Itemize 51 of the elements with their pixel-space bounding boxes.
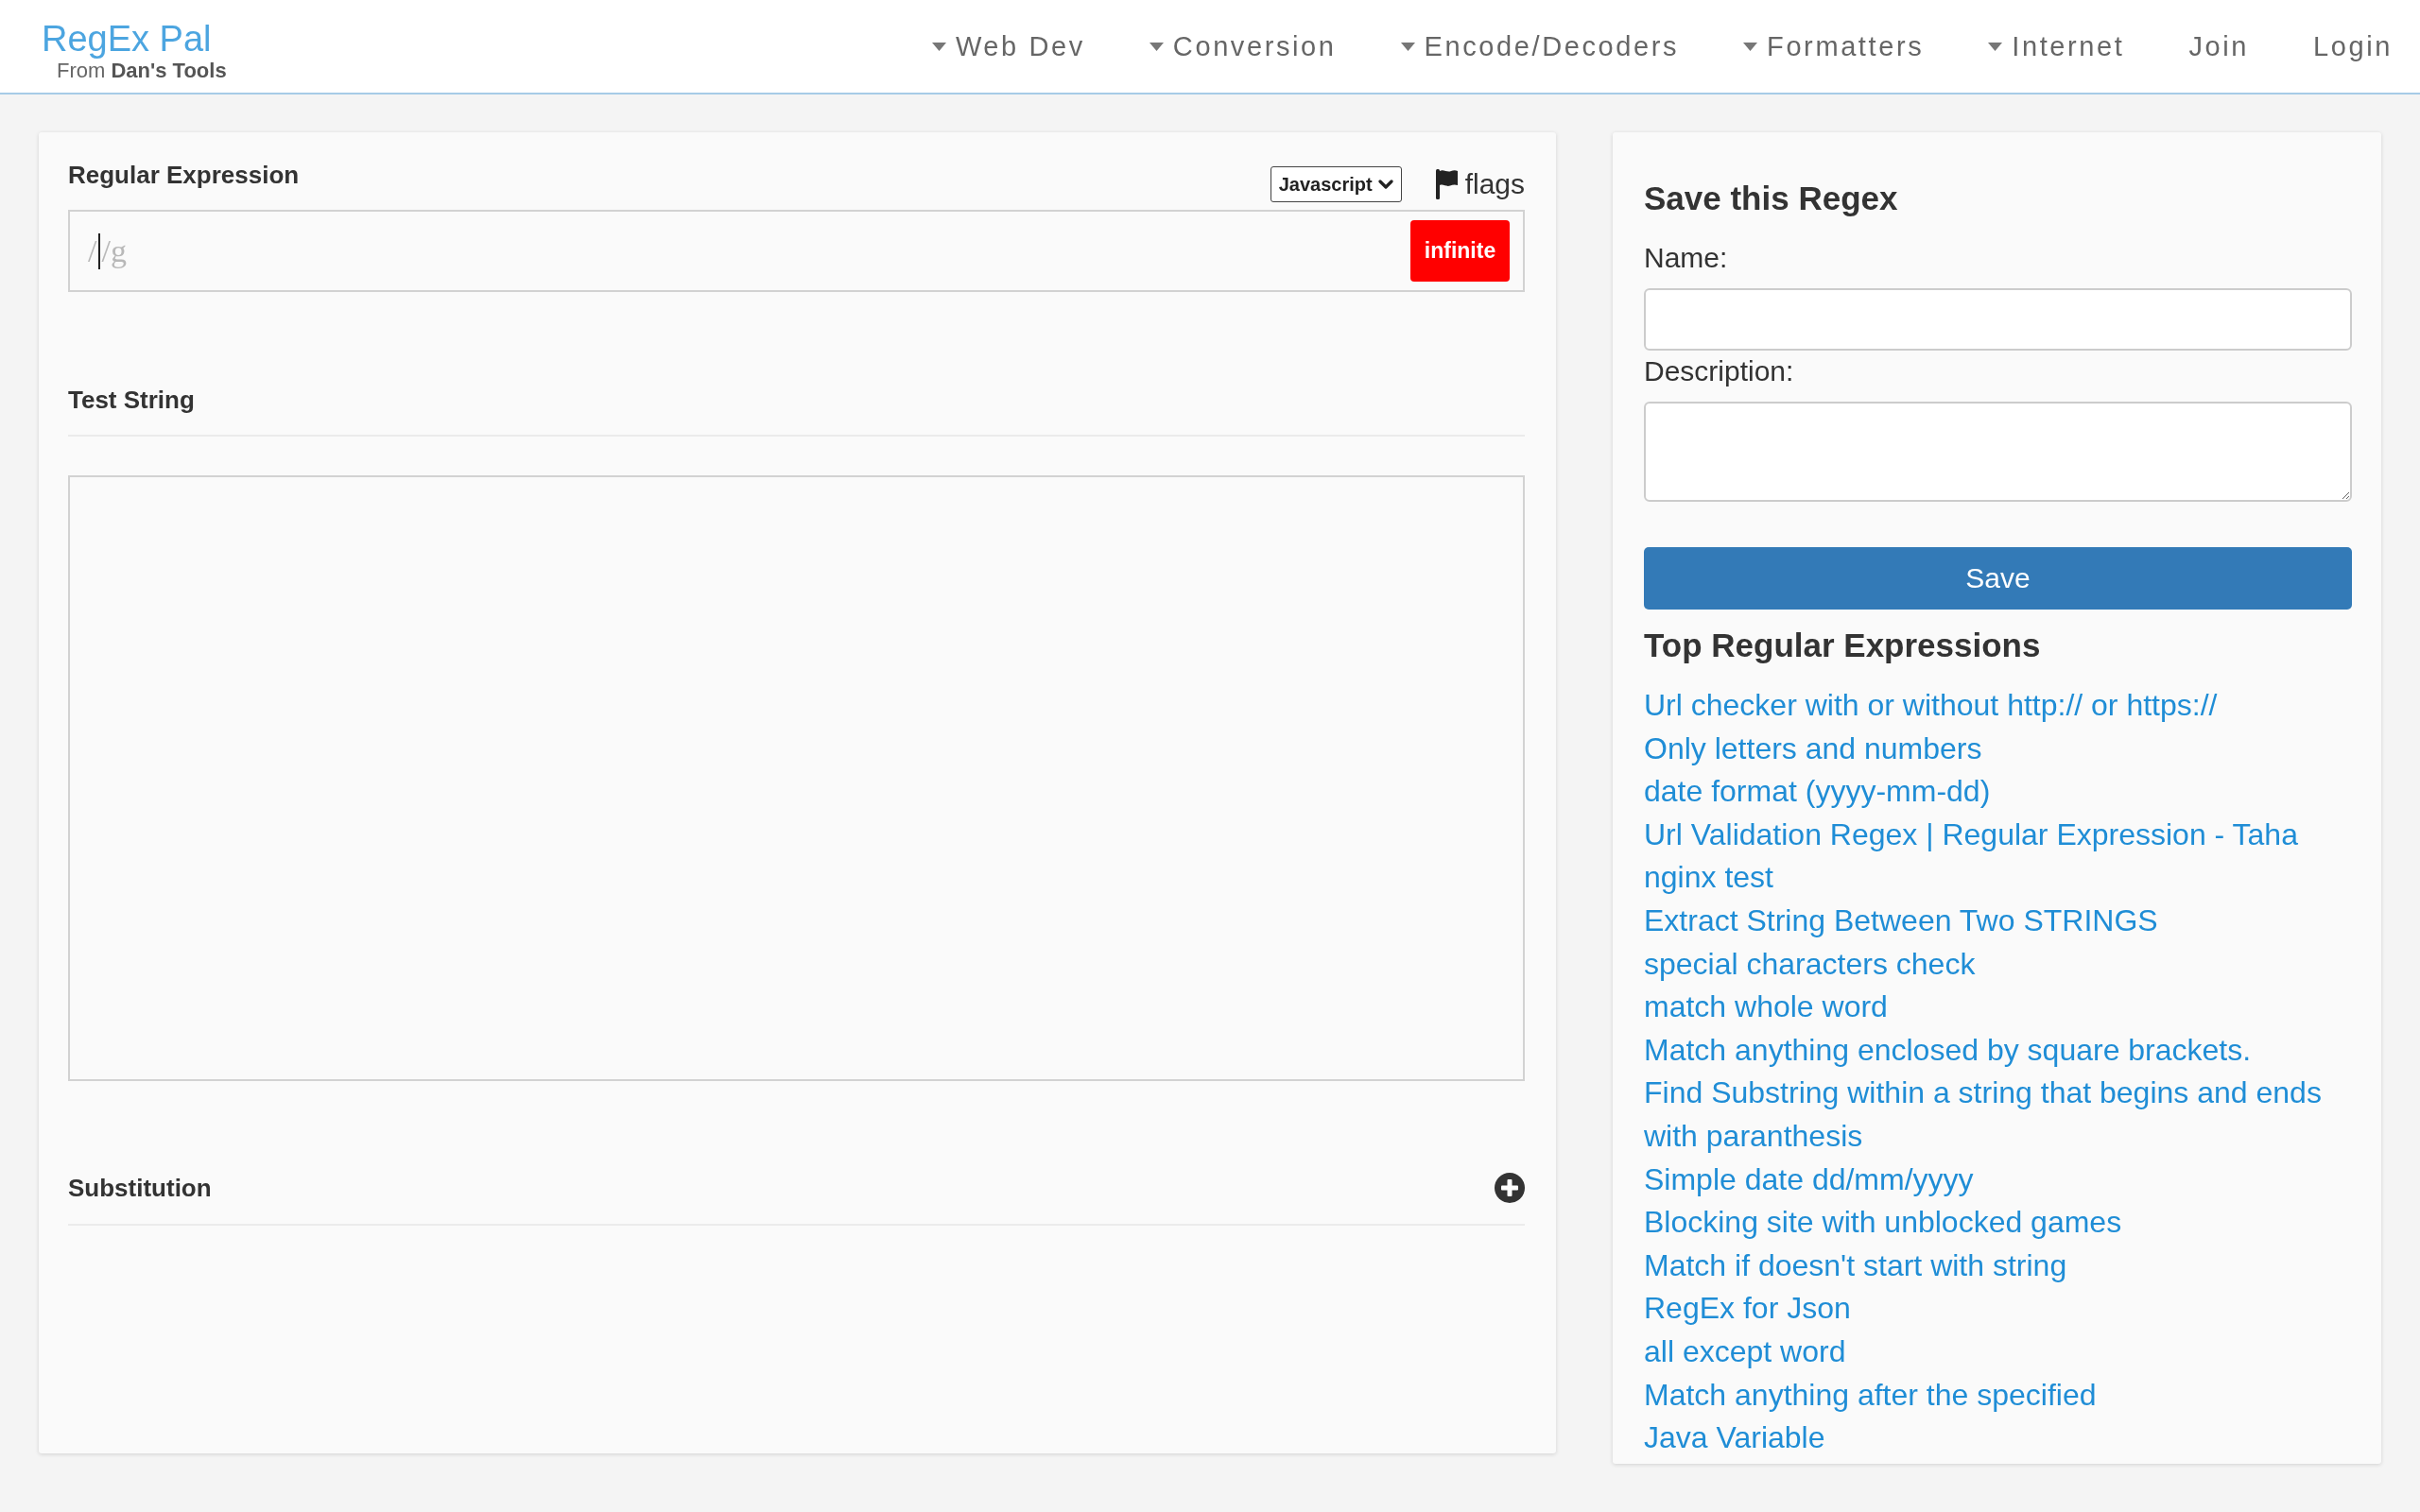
nav-dropdown[interactable]: Conversion (1149, 30, 1337, 62)
status-button[interactable]: infinite (1410, 220, 1510, 282)
section-title: Test String (68, 386, 195, 414)
nav-dropdown[interactable]: Web Dev (931, 30, 1085, 62)
regex-link[interactable]: Find Substring within a string that begins and ends with paranthesis (1644, 1072, 2352, 1159)
regex-link[interactable]: Simple date dd/mm/yyyy (1644, 1158, 1974, 1202)
nav-dropdown[interactable]: Internet (1988, 30, 2125, 62)
regex-link[interactable]: match whole word (1644, 986, 1888, 1029)
description-field[interactable] (1644, 402, 2352, 502)
section-title: Top Regular Expressions (1644, 627, 2042, 664)
regex-link[interactable]: Blocking site with unblocked games (1644, 1201, 2122, 1245)
caret-icon (1743, 42, 1758, 51)
caret-icon (1988, 42, 2003, 51)
caret-icon (1400, 42, 1415, 51)
regex-flags-suffix: /g (101, 232, 127, 270)
nav-link[interactable]: Join (2188, 30, 2250, 62)
save-button[interactable]: Save (1644, 547, 2352, 610)
flag-icon (1435, 169, 1458, 199)
regex-link[interactable]: special characters check (1644, 942, 1976, 987)
panel-title: Save this Regex (1644, 180, 1899, 217)
regex-link[interactable]: Only letters and numbers (1644, 727, 1982, 771)
regex-link[interactable]: Url Validation Regex | Regular Expression - Taha (1644, 813, 2298, 857)
caret-icon (1149, 42, 1164, 51)
section-title: Substitution (68, 1174, 212, 1202)
regex-link[interactable]: all except word (1644, 1330, 1846, 1374)
chevron-down-icon (1377, 179, 1393, 190)
regex-link[interactable]: Java Variable (1644, 1417, 1825, 1460)
nav-link[interactable]: Login (2313, 30, 2393, 62)
test-string-field[interactable] (68, 475, 1525, 1081)
language-select[interactable]: Javascript (1270, 166, 1402, 202)
regex-link[interactable]: RegEx for Json (1644, 1287, 1851, 1331)
regex-field[interactable]: //g infinite (68, 210, 1525, 292)
panel-title: Regular Expression (68, 161, 300, 189)
caret-icon (931, 42, 946, 51)
name-input[interactable] (1644, 288, 2352, 351)
regex-link[interactable]: Match if doesn't start with string (1644, 1244, 2067, 1288)
regex-link[interactable]: Match anything enclosed by square brackets. (1644, 1028, 2252, 1073)
field-label: Name: (1644, 241, 1729, 275)
plus-circle-icon[interactable] (1495, 1173, 1525, 1203)
flags-toggle[interactable]: flags (1435, 168, 1525, 200)
regex-link[interactable]: Match anything after the specified (1644, 1373, 2097, 1418)
nav-dropdown[interactable]: Encode/Decoders (1400, 30, 1680, 62)
regex-delimiter: / (88, 232, 97, 270)
regex-link[interactable]: Url checker with or without http:// or https:// (1644, 684, 2218, 728)
nav-dropdown[interactable]: Formatters (1743, 30, 1925, 62)
site-logo[interactable]: RegEx Pal (42, 19, 227, 59)
regex-link[interactable]: date format (yyyy-mm-dd) (1644, 770, 1991, 814)
regex-link[interactable]: nginx test (1644, 856, 1773, 900)
tagline: From Dan's Tools (56, 59, 227, 83)
field-label: Description: (1644, 354, 1795, 388)
regex-link[interactable]: Extract String Between Two STRINGS (1644, 899, 2158, 943)
